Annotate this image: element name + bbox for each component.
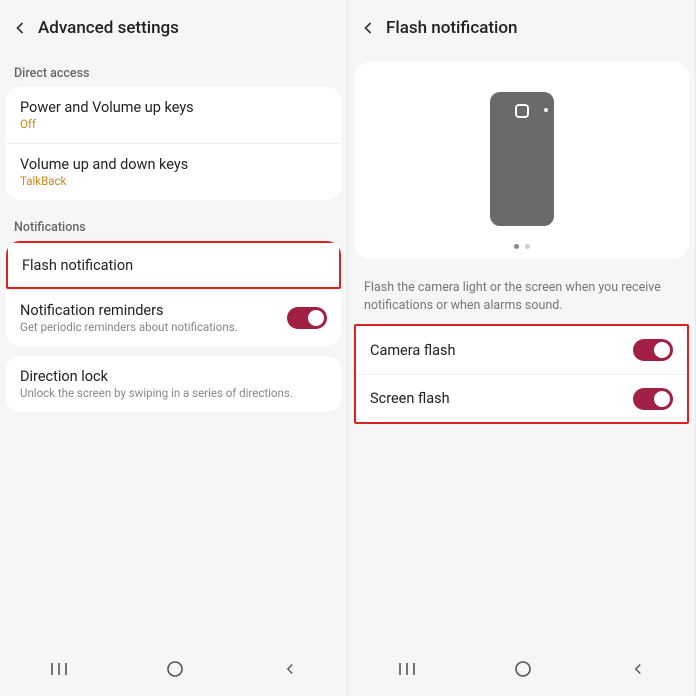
header: Advanced settings (0, 0, 347, 56)
nav-recents-icon[interactable] (397, 661, 417, 681)
back-icon[interactable] (354, 14, 382, 42)
item-flash-notification[interactable]: Flash notification (6, 241, 341, 289)
info-text: Flash the camera light or the screen whe… (348, 267, 695, 324)
navbar (348, 652, 695, 690)
nav-back-icon[interactable] (281, 660, 299, 682)
page-title: Advanced settings (38, 18, 179, 38)
nav-back-icon[interactable] (629, 660, 647, 682)
item-camera-flash[interactable]: Camera flash (356, 326, 687, 374)
indicator-dot-active (514, 244, 519, 249)
screen-advanced-settings: Advanced settings Direct access Power an… (0, 0, 348, 696)
nav-home-icon[interactable] (514, 660, 532, 682)
page-indicator (514, 244, 530, 249)
item-direction-lock[interactable]: Direction lock Unlock the screen by swip… (6, 356, 341, 412)
indicator-dot (525, 244, 530, 249)
toggle-camera-flash[interactable] (633, 339, 673, 361)
highlighted-toggle-group: Camera flash Screen flash (354, 324, 689, 424)
section-notifications: Notifications (0, 210, 347, 241)
page-title: Flash notification (386, 18, 517, 38)
item-notification-reminders[interactable]: Notification reminders Get periodic remi… (6, 289, 341, 346)
toggle-screen-flash[interactable] (633, 388, 673, 410)
nav-recents-icon[interactable] (49, 661, 69, 681)
nav-home-icon[interactable] (166, 660, 184, 682)
screen-flash-notification: Flash notification Flash the camera ligh… (348, 0, 696, 696)
back-icon[interactable] (6, 14, 34, 42)
section-direct-access: Direct access (0, 56, 347, 87)
item-volume-up-down-keys[interactable]: Volume up and down keys TalkBack (6, 143, 341, 200)
camera-icon (515, 104, 529, 118)
header: Flash notification (348, 0, 695, 56)
list-direct-access: Power and Volume up keys Off Volume up a… (6, 87, 341, 200)
flash-dot-icon (544, 108, 548, 112)
item-screen-flash[interactable]: Screen flash (356, 374, 687, 422)
navbar (0, 652, 347, 690)
item-power-volume-keys[interactable]: Power and Volume up keys Off (6, 87, 341, 143)
toggle-notification-reminders[interactable] (287, 307, 327, 329)
list-notifications: Flash notification Notification reminder… (6, 241, 341, 346)
phone-back-icon (490, 92, 554, 226)
list-direction-lock: Direction lock Unlock the screen by swip… (6, 356, 341, 412)
preview-card (354, 62, 689, 259)
